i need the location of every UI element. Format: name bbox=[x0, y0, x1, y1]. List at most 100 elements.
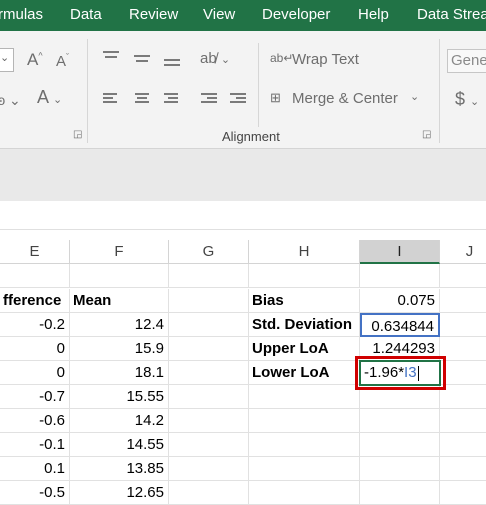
table-cell-mean[interactable]: 15.55 bbox=[70, 385, 169, 409]
stat-label[interactable]: Upper LoA bbox=[249, 337, 360, 361]
stat-label[interactable]: Lower LoA bbox=[249, 361, 360, 385]
grid-cell[interactable] bbox=[169, 337, 249, 361]
ribbon: ⌄ A^ Aˇ ʚ ⌄ A ⌄ ab̸ ⌄ ab↵ Wrap Text ⊞ Me… bbox=[0, 31, 486, 149]
increase-indent-icon[interactable] bbox=[230, 93, 246, 105]
wrap-text-icon: ab↵ bbox=[270, 51, 294, 65]
grid-cell[interactable] bbox=[249, 409, 360, 433]
grid-cell[interactable] bbox=[169, 409, 249, 433]
group-separator bbox=[439, 39, 440, 143]
grid-cell[interactable] bbox=[440, 457, 486, 481]
fill-color-icon[interactable]: ʚ ⌄ bbox=[0, 92, 21, 109]
grid-cell[interactable] bbox=[360, 409, 440, 433]
merge-center-button[interactable]: ⊞ Merge & Center ⌄ bbox=[270, 90, 430, 110]
grid-cell[interactable] bbox=[440, 264, 486, 288]
column-header-g[interactable]: G bbox=[169, 240, 249, 264]
table-cell-mean[interactable]: 12.65 bbox=[70, 481, 169, 505]
grid-cell[interactable] bbox=[169, 264, 249, 288]
menu-data[interactable]: Data bbox=[70, 0, 102, 31]
column-header-i[interactable]: I bbox=[360, 240, 440, 264]
formula-bar-area bbox=[0, 149, 486, 201]
table-cell-difference[interactable]: -0.5 bbox=[0, 481, 70, 505]
menu-formulas[interactable]: rmulas bbox=[0, 0, 43, 31]
stat-label[interactable]: Std. Deviation bbox=[249, 313, 360, 337]
alignment-group-label: Alignment bbox=[222, 129, 280, 144]
stat-value[interactable]: 0.634844 bbox=[360, 313, 440, 337]
grid-cell[interactable] bbox=[440, 481, 486, 505]
table-cell-difference[interactable]: 0 bbox=[0, 337, 70, 361]
grid-cell[interactable] bbox=[360, 433, 440, 457]
menu-developer[interactable]: Developer bbox=[262, 0, 330, 31]
merge-center-icon: ⊞ bbox=[270, 90, 281, 105]
stat-label[interactable]: Bias bbox=[249, 289, 360, 313]
table-cell-difference[interactable]: -0.6 bbox=[0, 409, 70, 433]
grid-cell[interactable] bbox=[249, 264, 360, 288]
bottom-align-icon[interactable] bbox=[164, 55, 180, 67]
menu-review[interactable]: Review bbox=[129, 0, 178, 31]
grid-cell[interactable] bbox=[169, 313, 249, 337]
group-separator bbox=[258, 43, 259, 127]
font-color-icon[interactable]: A ⌄ bbox=[37, 87, 62, 108]
menu-data-streamer[interactable]: Data Strea bbox=[417, 0, 486, 31]
align-left-icon[interactable] bbox=[103, 93, 119, 105]
table-cell-mean[interactable]: 14.55 bbox=[70, 433, 169, 457]
table-cell-mean[interactable]: 14.2 bbox=[70, 409, 169, 433]
grid-cell[interactable] bbox=[169, 385, 249, 409]
number-format-label: Gener bbox=[451, 52, 486, 69]
dialog-launcher-icon[interactable]: ◲ bbox=[422, 129, 431, 140]
table-cell-mean[interactable]: 15.9 bbox=[70, 337, 169, 361]
grid-cell[interactable] bbox=[169, 481, 249, 505]
decrease-indent-icon[interactable] bbox=[201, 93, 217, 105]
align-center-icon[interactable] bbox=[134, 93, 150, 105]
increase-font-size-icon[interactable]: A^ bbox=[27, 50, 43, 70]
grid-cell[interactable] bbox=[440, 361, 486, 385]
grid-cell[interactable] bbox=[249, 385, 360, 409]
stat-value[interactable]: 0.075 bbox=[360, 289, 440, 313]
column-header-h[interactable]: H bbox=[249, 240, 360, 264]
font-size-dropdown[interactable]: ⌄ bbox=[0, 48, 14, 72]
grid-cell[interactable] bbox=[440, 337, 486, 361]
grid-cell[interactable] bbox=[249, 457, 360, 481]
grid-cell[interactable] bbox=[169, 433, 249, 457]
table-cell-difference[interactable]: 0 bbox=[0, 361, 70, 385]
currency-format-icon[interactable]: $ ⌄ bbox=[455, 89, 479, 110]
grid-cell[interactable] bbox=[0, 264, 70, 288]
grid-cell[interactable] bbox=[440, 433, 486, 457]
middle-align-icon[interactable] bbox=[134, 53, 150, 65]
menu-help[interactable]: Help bbox=[358, 0, 389, 31]
table-cell-mean[interactable]: 12.4 bbox=[70, 313, 169, 337]
sheet-top-margin bbox=[0, 201, 486, 230]
decrease-font-size-icon[interactable]: Aˇ bbox=[56, 52, 69, 70]
dialog-launcher-icon[interactable]: ◲ bbox=[73, 129, 82, 140]
grid-cell[interactable] bbox=[440, 409, 486, 433]
menu-view[interactable]: View bbox=[203, 0, 235, 31]
table-cell-difference[interactable]: -0.2 bbox=[0, 313, 70, 337]
grid-cell[interactable] bbox=[169, 361, 249, 385]
grid-cell[interactable] bbox=[70, 264, 169, 288]
orientation-icon[interactable]: ab̸ ⌄ bbox=[200, 50, 230, 67]
header-cell-difference[interactable]: fference bbox=[0, 289, 70, 313]
align-right-icon[interactable] bbox=[164, 93, 180, 105]
table-cell-difference[interactable]: -0.7 bbox=[0, 385, 70, 409]
grid-cell[interactable] bbox=[360, 481, 440, 505]
grid-cell[interactable] bbox=[360, 457, 440, 481]
grid-cell[interactable] bbox=[249, 433, 360, 457]
number-format-dropdown[interactable]: Gener bbox=[447, 49, 486, 73]
grid-cell[interactable] bbox=[440, 313, 486, 337]
grid-cell[interactable] bbox=[360, 264, 440, 288]
merge-center-label: Merge & Center bbox=[292, 90, 398, 107]
header-cell-mean[interactable]: Mean bbox=[70, 289, 169, 313]
column-header-f[interactable]: F bbox=[70, 240, 169, 264]
grid-cell[interactable] bbox=[440, 385, 486, 409]
table-cell-difference[interactable]: 0.1 bbox=[0, 457, 70, 481]
table-cell-mean[interactable]: 13.85 bbox=[70, 457, 169, 481]
table-cell-difference[interactable]: -0.1 bbox=[0, 433, 70, 457]
grid-cell[interactable] bbox=[440, 289, 486, 313]
active-cell-i6[interactable]: -1.96*I3 bbox=[359, 360, 441, 386]
top-align-icon[interactable] bbox=[103, 51, 119, 63]
grid-cell[interactable] bbox=[169, 289, 249, 313]
table-cell-mean[interactable]: 18.1 bbox=[70, 361, 169, 385]
column-header-j[interactable]: J bbox=[440, 240, 486, 264]
column-header-e[interactable]: E bbox=[0, 240, 70, 264]
grid-cell[interactable] bbox=[169, 457, 249, 481]
grid-cell[interactable] bbox=[249, 481, 360, 505]
